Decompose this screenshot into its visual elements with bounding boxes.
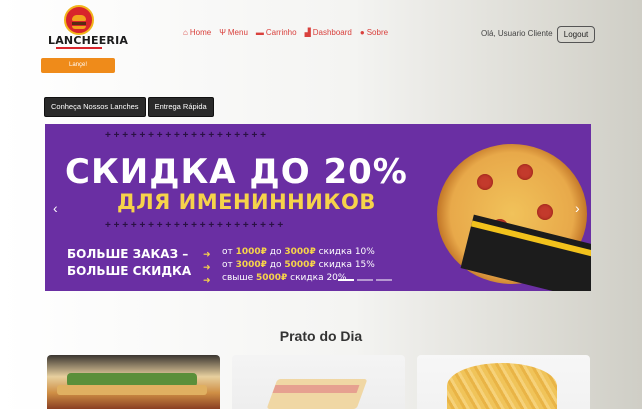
banner-slogan: БОЛЬШЕ ЗАКАЗ – БОЛЬШЕ СКИДКА	[67, 246, 191, 280]
carousel-next-icon[interactable]: ›	[575, 200, 580, 216]
user-greeting: Olá, Usuario Cliente	[481, 29, 553, 38]
main-nav: ⌂ Home Ψ Menu ▬ Carrinho ▟ Dashboard ● Sobre	[183, 28, 388, 37]
chart-icon: ▟	[304, 28, 311, 37]
burger-icon	[64, 5, 94, 35]
banner-title: СКИДКА ДО 20%	[65, 152, 408, 192]
nav-cart[interactable]: ▬ Carrinho	[256, 28, 297, 37]
nav-about-label: Sobre	[366, 28, 389, 37]
arrow-icons: ➜ ➜ ➜	[203, 249, 211, 285]
pill-lanches[interactable]: Conheça Nossos Lanches	[44, 97, 146, 117]
tier-row: от 3000₽ до 5000₽ скидка 15%	[222, 260, 375, 270]
banner-subtitle: ДЛЯ ИМЕНИННИКОВ	[117, 190, 376, 214]
nav-about[interactable]: ● Sobre	[360, 28, 388, 37]
pill-entrega[interactable]: Entrega Rápida	[147, 97, 214, 117]
banner-slogan-line2: БОЛЬШЕ СКИДКА	[67, 264, 192, 278]
promo-carousel[interactable]: + + + + + + + + + + + + + + + + + + + + …	[45, 124, 591, 291]
dish-card[interactable]	[232, 355, 405, 409]
carousel-prev-icon[interactable]: ‹	[53, 200, 58, 216]
banner-slogan-line1: БОЛЬШЕ ЗАКАЗ –	[67, 247, 189, 261]
dish-card[interactable]	[47, 355, 220, 409]
nav-home-label: Home	[189, 28, 212, 37]
info-icon: ●	[359, 28, 365, 37]
home-icon: ⌂	[183, 28, 188, 37]
carousel-indicator[interactable]	[338, 279, 354, 281]
dish-card[interactable]	[417, 355, 590, 409]
logout-button[interactable]: Logout	[557, 26, 595, 43]
promo-bar: Lançe!	[41, 58, 115, 73]
menu-icon: Ψ	[219, 28, 226, 37]
cart-icon: ▬	[255, 28, 264, 37]
nav-menu-label: Menu	[227, 28, 248, 37]
nav-dashboard[interactable]: ▟ Dashboard	[305, 28, 352, 37]
nav-home[interactable]: ⌂ Home	[183, 28, 211, 37]
feature-pills: Conheça Nossos Lanches Entrega Rápida	[44, 97, 214, 117]
logo-underline	[56, 47, 102, 49]
decor-plus: + + + + + + + + + + + + + + + + + + + + …	[105, 220, 284, 231]
decor-plus: + + + + + + + + + + + + + + + + + + +	[105, 130, 266, 141]
nav-dashboard-label: Dashboard	[312, 28, 352, 37]
nav-cart-label: Carrinho	[265, 28, 297, 37]
carousel-indicator[interactable]	[376, 279, 392, 281]
carousel-indicator[interactable]	[357, 279, 373, 281]
tier-row: от 1000₽ до 3000₽ скидка 10%	[222, 247, 375, 257]
brand-logo[interactable]: LANCHEERIA	[48, 5, 129, 49]
logo-text: LANCHEERIA	[48, 34, 129, 47]
nav-menu[interactable]: Ψ Menu	[219, 28, 248, 37]
carousel-indicators	[338, 279, 392, 281]
section-title: Prato do Dia	[279, 328, 363, 344]
